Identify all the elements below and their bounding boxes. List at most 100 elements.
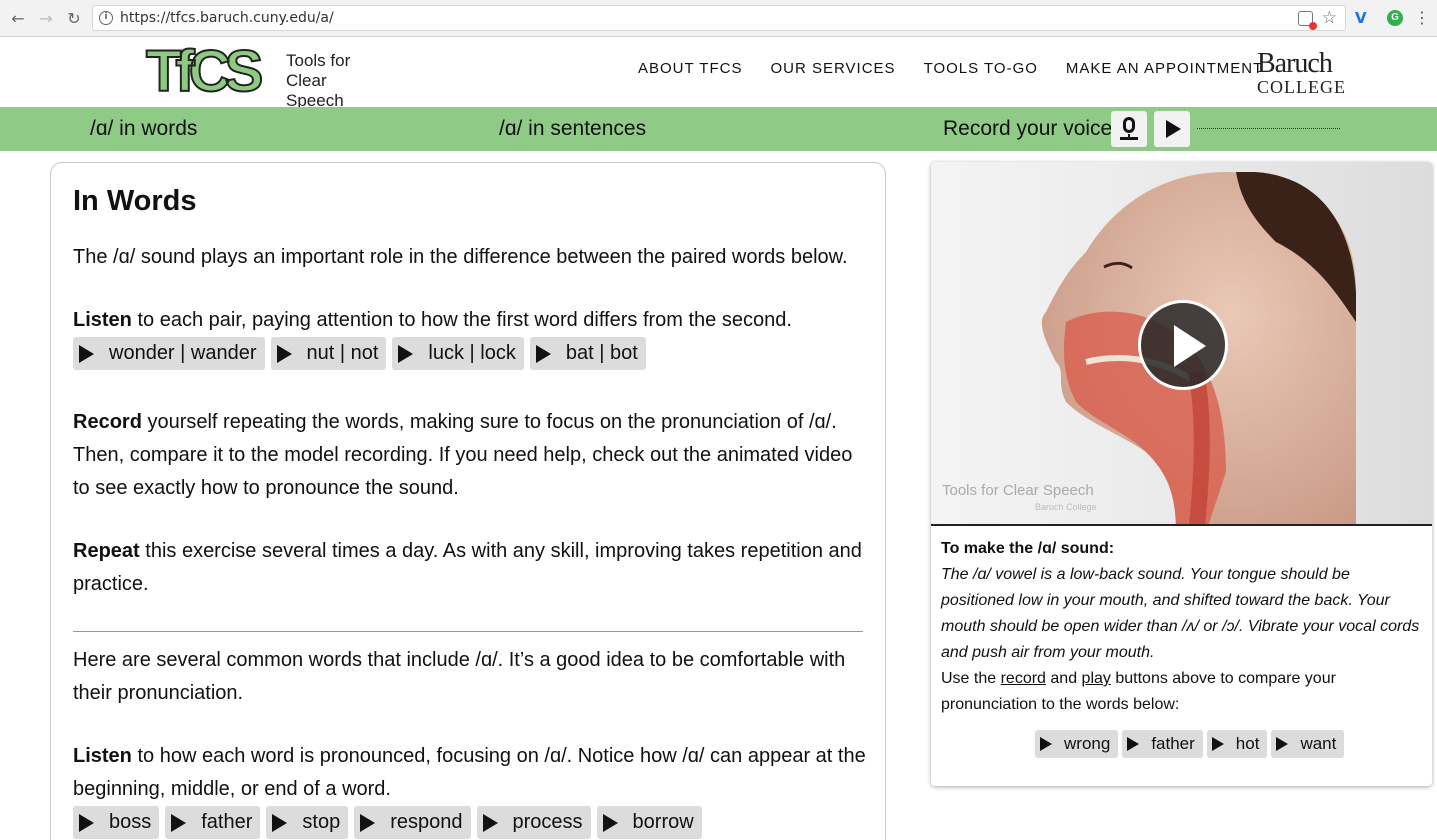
listen-instruction: Listen to each pair, paying attention to… [73,304,873,337]
articulation-video[interactable]: Tools for Clear Speech Baruch College [931,162,1432,526]
reload-icon[interactable]: ↻ [64,9,84,29]
articulation-description: To make the /ɑ/ sound: The /ɑ/ vowel is … [941,536,1426,718]
word-label: respond [390,811,463,833]
pair-label: luck | lock [428,342,516,364]
play-icon [1211,737,1224,751]
pair-button[interactable]: luck | lock [392,337,524,370]
word-button[interactable]: stop [266,806,349,839]
card-words: wrong father hot want [1035,730,1348,758]
listen-bold: Listen [73,309,132,331]
play-icon [1040,737,1052,751]
listen-text: to how each word is pronounced, focusing… [73,745,866,800]
pair-button[interactable]: nut | not [270,337,387,370]
record-link[interactable]: record [1001,670,1046,687]
intro-text: The /ɑ/ sound plays an important role in… [73,246,848,268]
word-button[interactable]: borrow [596,806,702,839]
word-label: hot [1235,734,1260,753]
nav-about[interactable]: ABOUT TFCS [638,60,742,77]
tfcs-logo[interactable]: TfCS Tools for Clear Speech [145,39,386,111]
translate-icon[interactable] [1298,11,1317,30]
record-text: yourself repeating the words, making sur… [73,411,853,499]
word-button[interactable]: respond [354,806,471,839]
logo-text: Tools for Clear Speech [286,51,386,111]
nav-services[interactable]: OUR SERVICES [770,60,895,77]
play-icon [79,813,94,832]
articulation-body: The /ɑ/ vowel is a low-back sound. Your … [941,566,1420,661]
nav-appointment[interactable]: MAKE AN APPOINTMENT [1066,60,1263,77]
record-button[interactable] [1111,111,1147,147]
play-icon [79,344,94,363]
extension-grammarly-icon[interactable]: G [1387,10,1403,26]
word-button[interactable]: process [476,806,591,839]
page-title: In Words [73,185,197,217]
college-line-1: Baruch [1257,48,1333,79]
play-icon [1127,737,1140,751]
word-button[interactable]: want [1271,730,1345,758]
browser-toolbar: ← → ↻ i https://tfcs.baruch.cuny.edu/a/ … [0,0,1437,37]
in-words-panel: In Words The /ɑ/ sound plays an importan… [50,162,886,840]
record-bold: Record [73,411,142,433]
word-label: stop [302,811,341,833]
listen-text: to each pair, paying attention to how th… [131,309,792,331]
repeat-instruction: Repeat this exercise several times a day… [73,535,873,601]
play-icon [482,813,498,832]
word-button[interactable]: father [165,806,261,839]
play-icon [535,344,551,363]
address-bar[interactable]: i https://tfcs.baruch.cuny.edu/a/ ☆ [92,5,1346,31]
back-icon[interactable]: ← [8,9,28,29]
word-button[interactable]: boss [73,806,160,839]
play-icon [602,813,618,832]
video-watermark-small: Baruch College [1035,502,1097,512]
word-label: father [201,811,253,833]
pair-label: nut | not [306,342,379,364]
word-button[interactable]: wrong [1035,730,1119,758]
video-play-button[interactable] [1138,300,1228,390]
site-info-icon[interactable]: i [99,11,113,25]
word-button[interactable]: father [1122,730,1203,758]
logo-line-2: Clear Speech [286,71,344,110]
sound-subnav: /ɑ/ in words /ɑ/ in sentences Record you… [0,107,1437,151]
word-button[interactable]: hot [1206,730,1268,758]
in-words-link[interactable]: /ɑ/ in words [90,117,197,141]
recording-waveform [1197,128,1340,129]
articulation-title: To make the /ɑ/ sound: [941,540,1115,557]
microphone-icon [1123,117,1135,140]
url-text[interactable]: https://tfcs.baruch.cuny.edu/a/ [120,10,334,26]
word-label: wrong [1064,734,1111,753]
video-watermark: Tools for Clear Speech [942,482,1094,499]
compare-and: and [1045,670,1082,687]
college-line-2: COLLEGE [1257,77,1346,97]
listen-common-instruction: Listen to how each word is pronounced, f… [73,740,873,806]
playback-button[interactable] [1154,111,1190,147]
play-icon [272,813,288,832]
nav-tools[interactable]: TOOLS TO-GO [924,60,1038,77]
compare-prefix: Use the [941,670,1001,687]
microphone-stand [1120,137,1138,140]
section-divider [73,631,863,632]
bookmark-star-icon[interactable]: ☆ [1322,8,1337,28]
common-words-intro: Here are several common words that inclu… [73,649,846,704]
main-nav: ABOUT TFCS OUR SERVICES TOOLS TO-GO MAKE… [624,60,1277,77]
logo-mark: TfCS [145,39,264,104]
pair-button[interactable]: bat | bot [529,337,646,370]
site-header: TfCS Tools for Clear Speech ABOUT TFCS O… [0,38,1437,111]
play-icon [1276,737,1289,751]
forward-icon[interactable]: → [36,9,56,29]
pair-button[interactable]: wonder | wander [73,337,265,370]
play-icon [276,344,292,363]
pair-label: bat | bot [565,342,638,364]
word-label: boss [109,811,152,833]
play-icon [360,813,376,832]
play-icon [171,813,187,832]
play-link[interactable]: play [1082,670,1111,687]
repeat-text: this exercise several times a day. As wi… [73,540,862,595]
baruch-college-logo[interactable]: Baruch COLLEGE [1257,48,1346,97]
common-words: boss father stop respond process borrow [73,806,708,839]
extension-v-icon[interactable]: V [1355,9,1367,27]
word-label: borrow [632,811,694,833]
record-instruction: Record yourself repeating the words, mak… [73,406,873,505]
in-sentences-link[interactable]: /ɑ/ in sentences [499,117,646,141]
articulation-card: Tools for Clear Speech Baruch College To… [931,162,1432,786]
play-icon [1166,120,1181,138]
browser-menu-icon[interactable]: ⋮ [1414,8,1430,27]
